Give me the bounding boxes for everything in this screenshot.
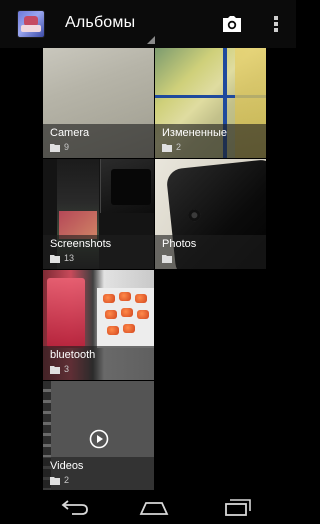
album-grid: Camera 9 Измененные 2 Screenshots 13 Pho… bbox=[43, 48, 266, 491]
screenshot-thumbnail bbox=[100, 159, 154, 213]
camera-icon[interactable] bbox=[222, 16, 242, 32]
album-name: bluetooth bbox=[50, 349, 96, 361]
album-tile-screenshots[interactable]: Screenshots 13 bbox=[43, 159, 154, 269]
album-count: 9 bbox=[64, 142, 70, 152]
play-icon bbox=[89, 429, 109, 449]
sushi-plate bbox=[97, 288, 154, 348]
folder-icon bbox=[162, 144, 172, 152]
dropdown-corner-icon bbox=[147, 36, 155, 44]
album-tile-photos[interactable]: Photos bbox=[155, 159, 266, 269]
album-tile-bluetooth[interactable]: bluetooth 3 bbox=[43, 270, 154, 380]
gallery-app-icon[interactable] bbox=[18, 11, 44, 37]
album-name: Videos bbox=[50, 460, 84, 472]
recent-apps-icon[interactable] bbox=[222, 498, 254, 516]
overflow-menu-icon[interactable] bbox=[272, 15, 280, 33]
album-count: 3 bbox=[64, 364, 70, 374]
album-tile-camera[interactable]: Camera 9 bbox=[43, 48, 154, 158]
album-count: 2 bbox=[64, 475, 70, 485]
folder-icon bbox=[50, 477, 60, 485]
album-label: Videos 2 bbox=[43, 457, 154, 491]
home-icon[interactable] bbox=[138, 498, 170, 516]
page-title[interactable]: Альбомы bbox=[65, 14, 135, 32]
album-label: Screenshots 13 bbox=[43, 235, 154, 269]
album-name: Измененные bbox=[162, 127, 227, 139]
folder-icon bbox=[50, 255, 60, 263]
album-label: Photos bbox=[155, 235, 266, 269]
folder-icon bbox=[50, 366, 60, 374]
album-count: 13 bbox=[64, 253, 75, 263]
album-label: bluetooth 3 bbox=[43, 346, 154, 380]
album-tile-edited[interactable]: Измененные 2 bbox=[155, 48, 266, 158]
drink-glass bbox=[47, 278, 85, 348]
folder-icon bbox=[162, 255, 172, 263]
album-tile-videos[interactable]: Videos 2 bbox=[43, 381, 154, 491]
album-count: 2 bbox=[176, 142, 182, 152]
album-name: Camera bbox=[50, 127, 90, 139]
folder-icon bbox=[50, 144, 60, 152]
back-icon[interactable] bbox=[58, 498, 90, 516]
action-bar: Альбомы bbox=[0, 0, 296, 48]
album-label: Измененные 2 bbox=[155, 124, 266, 158]
album-name: Screenshots bbox=[50, 238, 112, 250]
album-label: Camera 9 bbox=[43, 124, 154, 158]
navigation-bar bbox=[0, 490, 296, 524]
album-name: Photos bbox=[162, 238, 197, 250]
